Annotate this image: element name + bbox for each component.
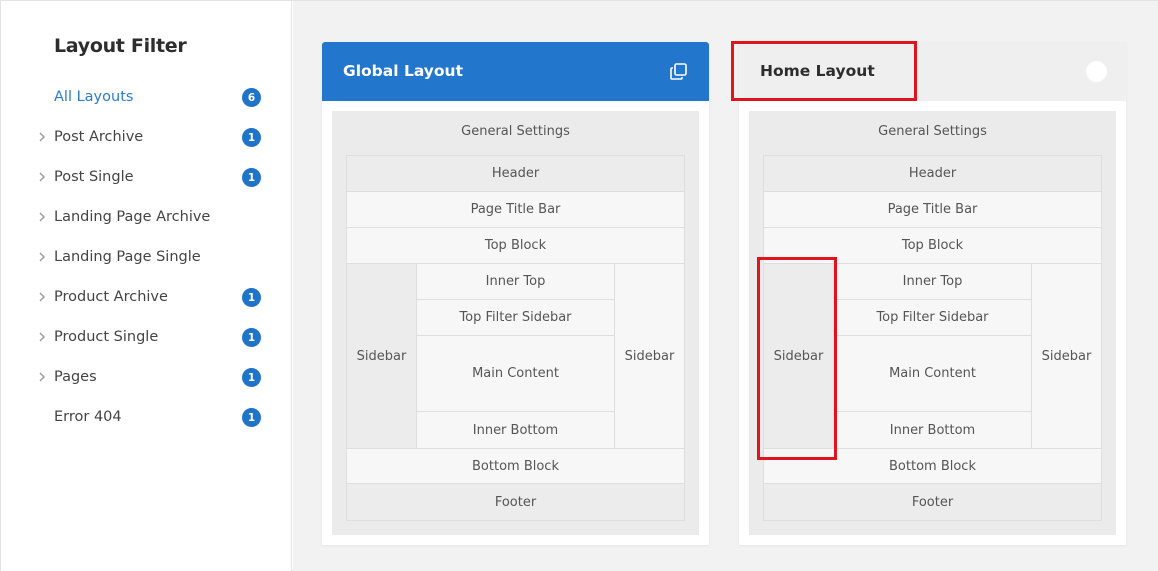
count-badge: 1 xyxy=(242,168,261,187)
toggle-icon[interactable] xyxy=(1086,61,1107,82)
chevron-right-icon[interactable] xyxy=(36,211,48,223)
chevron-right-icon[interactable] xyxy=(36,371,48,383)
filter-item-label: All Layouts xyxy=(54,89,134,105)
header-block[interactable]: Header xyxy=(764,156,1101,192)
footer-block[interactable]: Footer xyxy=(764,484,1101,520)
filter-item-label: Pages xyxy=(54,369,97,385)
filter-item[interactable]: All Layouts 6 xyxy=(1,77,292,117)
copy-icon[interactable] xyxy=(670,63,687,80)
count-badge: 1 xyxy=(242,288,261,307)
global-layout-structure: General Settings Header Page Title Bar T… xyxy=(332,111,699,535)
page-title-bar-block[interactable]: Page Title Bar xyxy=(764,192,1101,228)
top-block[interactable]: Top Block xyxy=(347,228,684,264)
count-badge: 1 xyxy=(242,368,261,387)
filter-title: Layout Filter xyxy=(54,35,187,57)
filter-item[interactable]: Post Single 1 xyxy=(1,157,292,197)
right-sidebar-block[interactable]: Sidebar xyxy=(615,264,684,448)
chevron-right-icon[interactable] xyxy=(36,291,48,303)
filter-item[interactable]: Pages 1 xyxy=(1,357,292,397)
filter-item[interactable]: Product Single 1 xyxy=(1,317,292,357)
inner-top-block[interactable]: Inner Top xyxy=(417,264,614,300)
filter-item-label: Error 404 xyxy=(54,409,122,425)
top-filter-sidebar-block[interactable]: Top Filter Sidebar xyxy=(834,300,1031,336)
top-block[interactable]: Top Block xyxy=(764,228,1101,264)
filter-item-label: Product Single xyxy=(54,329,159,345)
filter-item-label: Landing Page Single xyxy=(54,249,201,265)
layout-grid: Header Page Title Bar Top Block Sidebar … xyxy=(346,155,685,521)
inner-top-block[interactable]: Inner Top xyxy=(834,264,1031,300)
count-badge: 6 xyxy=(242,88,261,107)
left-sidebar-block[interactable]: Sidebar xyxy=(764,264,833,448)
general-settings[interactable]: General Settings xyxy=(332,124,699,139)
bottom-block[interactable]: Bottom Block xyxy=(347,448,684,484)
main-content-block[interactable]: Main Content xyxy=(417,336,614,412)
chevron-right-icon[interactable] xyxy=(36,171,48,183)
global-layout-card: Global Layout General Settings Header Pa… xyxy=(322,42,709,545)
app-frame: Layout Filter All Layouts 6 Post Archive 1 P… xyxy=(0,0,1158,571)
chevron-right-icon[interactable] xyxy=(36,131,48,143)
inner-bottom-block[interactable]: Inner Bottom xyxy=(417,412,614,448)
chevron-right-icon[interactable] xyxy=(36,251,48,263)
bottom-block[interactable]: Bottom Block xyxy=(764,448,1101,484)
home-layout-header[interactable]: Home Layout xyxy=(739,42,1126,101)
header-block[interactable]: Header xyxy=(347,156,684,192)
left-sidebar-block[interactable]: Sidebar xyxy=(347,264,416,448)
global-layout-title: Global Layout xyxy=(343,62,464,80)
layout-grid: Header Page Title Bar Top Block Sidebar … xyxy=(763,155,1102,521)
filter-item[interactable]: Product Archive 1 xyxy=(1,277,292,317)
chevron-right-icon[interactable] xyxy=(36,331,48,343)
page-title-bar-block[interactable]: Page Title Bar xyxy=(347,192,684,228)
count-badge: 1 xyxy=(242,408,261,427)
count-badge: 1 xyxy=(242,128,261,147)
filter-item[interactable]: Landing Page Single xyxy=(1,237,292,277)
filter-item-label: Product Archive xyxy=(54,289,168,305)
count-badge: 1 xyxy=(242,328,261,347)
main-content-block[interactable]: Main Content xyxy=(834,336,1031,412)
filter-item-label: Landing Page Archive xyxy=(54,209,211,225)
layout-filter-panel: Layout Filter All Layouts 6 Post Archive 1 P… xyxy=(1,1,292,571)
filter-list: All Layouts 6 Post Archive 1 Post Single 1 Lan… xyxy=(1,77,292,437)
filter-item[interactable]: Error 404 1 xyxy=(1,397,292,437)
filter-item-label: Post Single xyxy=(54,169,134,185)
inner-bottom-block[interactable]: Inner Bottom xyxy=(834,412,1031,448)
filter-item[interactable]: Post Archive 1 xyxy=(1,117,292,157)
home-layout-structure: General Settings Header Page Title Bar T… xyxy=(749,111,1116,535)
home-layout-title: Home Layout xyxy=(760,62,875,80)
home-layout-card: Home Layout General Settings Header Page… xyxy=(739,42,1126,545)
general-settings[interactable]: General Settings xyxy=(749,124,1116,139)
right-sidebar-block[interactable]: Sidebar xyxy=(1032,264,1101,448)
footer-block[interactable]: Footer xyxy=(347,484,684,520)
filter-item-label: Post Archive xyxy=(54,129,144,145)
top-filter-sidebar-block[interactable]: Top Filter Sidebar xyxy=(417,300,614,336)
global-layout-header[interactable]: Global Layout xyxy=(322,42,709,101)
filter-item[interactable]: Landing Page Archive xyxy=(1,197,292,237)
